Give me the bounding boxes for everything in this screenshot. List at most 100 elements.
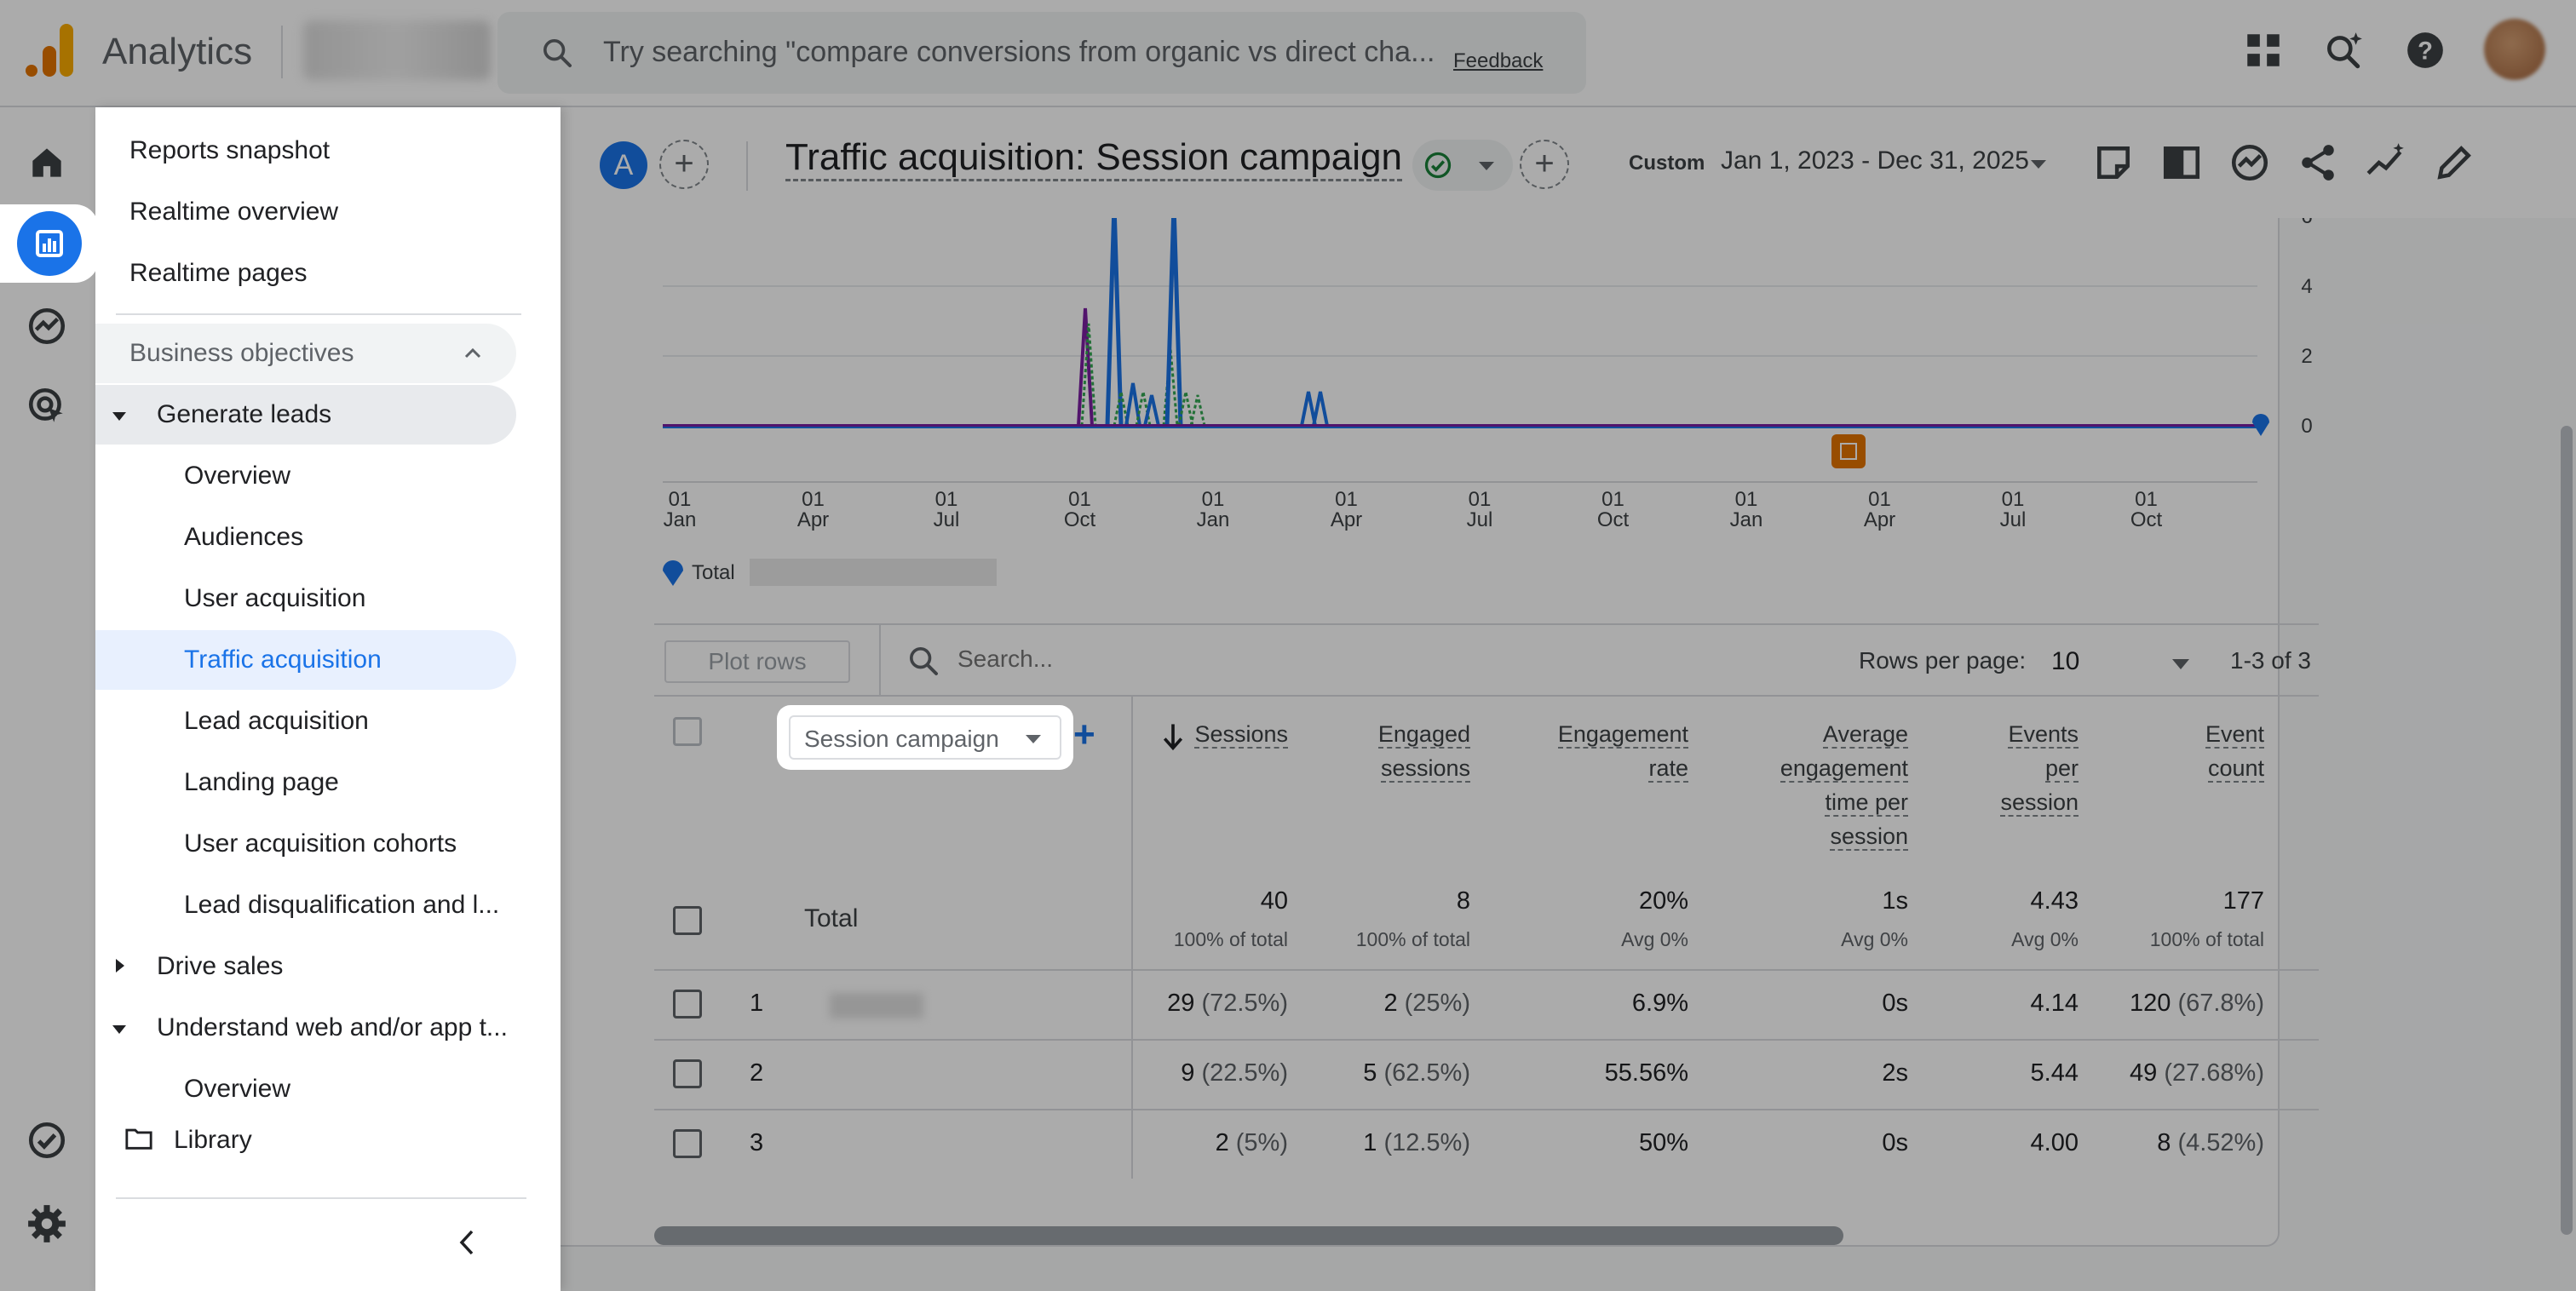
- advertising-icon[interactable]: [26, 385, 68, 427]
- nav-user-acquisition-cohorts[interactable]: User acquisition cohorts: [184, 829, 457, 858]
- table-row[interactable]: 32 (5%) 1 (12.5%) 50% 0s 4.00 8 (4.52%): [654, 1109, 2319, 1179]
- admin-check-icon[interactable]: [26, 1119, 68, 1162]
- report-status-dropdown[interactable]: [1412, 140, 1513, 191]
- x-tick-label: Oct: [1597, 508, 1630, 531]
- chevron-up-icon[interactable]: [463, 346, 482, 359]
- total-value: 40: [1260, 887, 1288, 915]
- row-checkbox[interactable]: [673, 1059, 702, 1088]
- share-icon[interactable]: [2297, 141, 2339, 184]
- column-header-text: count: [2207, 755, 2264, 783]
- anomaly-trend-icon[interactable]: [2365, 141, 2407, 184]
- column-header[interactable]: Events per session: [2000, 717, 2079, 819]
- cell-value: 6.9%: [1631, 990, 1688, 1017]
- column-header-text: engagement: [1780, 755, 1908, 783]
- expand-down-icon[interactable]: [112, 412, 126, 421]
- home-icon[interactable]: [26, 141, 68, 184]
- compare-icon[interactable]: [2160, 141, 2203, 184]
- column-header-text: Engaged: [1377, 721, 1470, 749]
- account-avatar[interactable]: [2484, 19, 2545, 80]
- global-search-bar[interactable]: Try searching "compare conversions from …: [497, 12, 1586, 94]
- nav-drive-sales[interactable]: Drive sales: [157, 952, 283, 981]
- cell-percent: (67.8%): [2171, 990, 2264, 1017]
- select-all-checkbox[interactable]: [673, 717, 702, 746]
- rows-per-page-select[interactable]: 10: [2051, 640, 2205, 685]
- cell-percent: (4.52%): [2171, 1129, 2264, 1156]
- nav-landing-page[interactable]: Landing page: [184, 768, 339, 797]
- total-value: 177: [2222, 887, 2264, 915]
- table-row[interactable]: 29 (22.5%) 5 (62.5%) 55.56% 2s 5.44 49 (27.68…: [654, 1039, 2319, 1109]
- x-tick-label: Jan: [1730, 508, 1763, 531]
- search-sparkle-icon[interactable]: [2322, 29, 2365, 72]
- analytics-logo[interactable]: [26, 24, 73, 77]
- total-row-checkbox[interactable]: [673, 906, 702, 935]
- rows-per-page-value: 10: [2051, 647, 2080, 675]
- add-comparison-button[interactable]: +: [659, 140, 709, 189]
- nav-lead-disqualification[interactable]: Lead disqualification and l...: [184, 891, 499, 920]
- chevron-down-icon[interactable]: [2031, 160, 2046, 169]
- report-title: Traffic acquisition: Session campaign: [785, 136, 1402, 181]
- nav-user-acquisition[interactable]: User acquisition: [184, 584, 365, 613]
- nav-traffic-acquisition[interactable]: Traffic acquisition: [184, 646, 382, 674]
- nav-lead-acquisition[interactable]: Lead acquisition: [184, 707, 369, 736]
- add-filter-button[interactable]: +: [1520, 140, 1569, 189]
- nav-generate-leads[interactable]: Generate leads: [157, 400, 331, 429]
- date-range-picker[interactable]: Jan 1, 2023 - Dec 31, 2025: [1721, 146, 2029, 175]
- cell-value: 120: [2130, 990, 2171, 1017]
- row-checkbox[interactable]: [673, 1129, 702, 1158]
- apps-grid-icon[interactable]: [2242, 29, 2285, 72]
- sort-descending-icon[interactable]: [1160, 722, 1186, 751]
- nav-overview[interactable]: Overview: [184, 462, 290, 491]
- nav-understand-web-app[interactable]: Understand web and/or app t...: [157, 1013, 508, 1042]
- horizontal-scrollbar[interactable]: [654, 1226, 1843, 1245]
- row-checkbox[interactable]: [673, 990, 702, 1018]
- nav-overview-2[interactable]: Overview: [184, 1075, 290, 1104]
- column-header[interactable]: Sessions: [1194, 717, 1288, 751]
- reports-icon[interactable]: [17, 211, 82, 276]
- x-tick-label: Apr: [1864, 508, 1895, 531]
- account-selector[interactable]: [303, 20, 491, 80]
- plot-rows-button[interactable]: Plot rows: [664, 640, 850, 683]
- column-header-text: Engagement: [1557, 721, 1688, 749]
- expand-right-icon[interactable]: [116, 959, 124, 973]
- column-header[interactable]: Event count: [2205, 717, 2264, 785]
- cell-value: 55.56%: [1604, 1059, 1688, 1087]
- nav-realtime-overview[interactable]: Realtime overview: [129, 198, 338, 227]
- nav-library[interactable]: Library: [174, 1126, 252, 1155]
- help-icon[interactable]: ?: [2404, 29, 2447, 72]
- dimension-select-spotlight[interactable]: Session campaign: [777, 705, 1073, 770]
- explore-icon[interactable]: [26, 305, 68, 347]
- comparison-avatar[interactable]: A: [600, 141, 647, 189]
- feedback-link[interactable]: Feedback: [1453, 49, 1543, 73]
- chevron-down-icon: [2172, 659, 2189, 669]
- edit-pencil-icon[interactable]: [2433, 141, 2475, 184]
- x-tick-label: Oct: [2130, 508, 2163, 531]
- nav-reports-snapshot[interactable]: Reports snapshot: [129, 136, 330, 165]
- y-tick-label: 6: [2301, 218, 2312, 228]
- customize-report-icon[interactable]: [2092, 141, 2135, 184]
- chevron-down-icon: [1026, 735, 1041, 743]
- add-dimension-button[interactable]: +: [1073, 714, 1095, 756]
- cell-value: 2: [1215, 1129, 1229, 1156]
- table-search-input[interactable]: [957, 646, 1469, 673]
- column-header-text: session: [1830, 823, 1908, 851]
- table-row[interactable]: 1 29 (72.5%) 2 (25%) 6.9% 0s 4.14 120 (67.8%): [654, 969, 2319, 1039]
- cell-percent: (25%): [1397, 990, 1470, 1017]
- nav-business-objectives[interactable]: Business objectives: [129, 339, 354, 368]
- cell-value: 49: [2130, 1059, 2158, 1087]
- insights-icon[interactable]: [2228, 141, 2271, 184]
- column-header[interactable]: Engaged sessions: [1377, 717, 1470, 785]
- nav-realtime-pages[interactable]: Realtime pages: [129, 259, 307, 288]
- vertical-scrollbar[interactable]: [2561, 426, 2573, 1235]
- pagination-count: 1-3 of 3: [2230, 647, 2311, 674]
- settings-gear-icon[interactable]: [26, 1202, 68, 1245]
- column-header[interactable]: Average engagement time per session: [1780, 717, 1908, 853]
- nav-audiences[interactable]: Audiences: [184, 523, 303, 552]
- rail-reports-highlight[interactable]: [0, 204, 99, 283]
- x-tick-label: Jan: [664, 508, 697, 531]
- column-header[interactable]: Engagement rate: [1557, 717, 1688, 785]
- chevron-left-icon[interactable]: [457, 1228, 477, 1257]
- expand-down-icon[interactable]: [112, 1025, 126, 1034]
- cell-value: 2: [1383, 990, 1398, 1017]
- table-cell: 2 (25%): [1249, 990, 1470, 1018]
- x-tick-label: 01: [2135, 488, 2158, 511]
